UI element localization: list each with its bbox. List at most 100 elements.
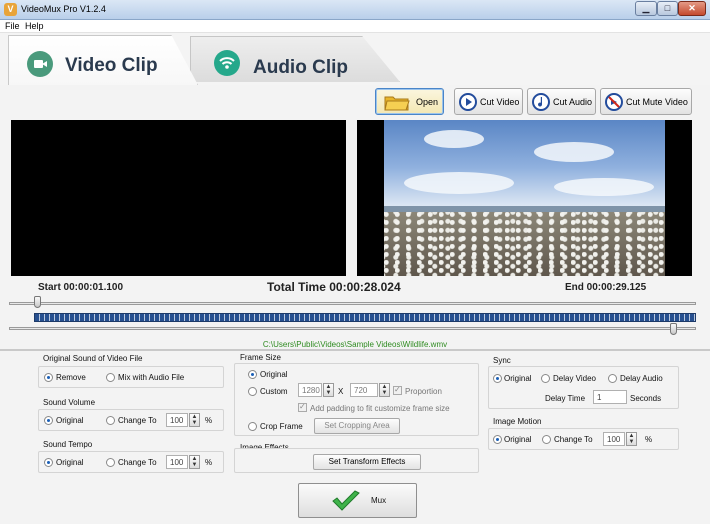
- motion-original-radio[interactable]: [493, 435, 502, 444]
- start-slider-track[interactable]: [9, 302, 696, 305]
- divider: [0, 349, 710, 351]
- mix-audio-label: Mix with Audio File: [118, 373, 185, 382]
- tab-video-clip[interactable]: Video Clip: [8, 35, 198, 85]
- delay-time-input[interactable]: 1: [593, 390, 627, 404]
- video-camera-icon: [27, 51, 53, 77]
- image-motion-title: Image Motion: [493, 417, 542, 426]
- motion-change-label: Change To: [554, 435, 593, 444]
- motion-spinner[interactable]: ▲ ▼: [626, 432, 637, 446]
- frame-height-input[interactable]: 720: [350, 383, 378, 397]
- padding-label: Add padding to fit customize frame size: [310, 404, 450, 413]
- window-title: VideoMux Pro V1.2.4: [21, 4, 106, 14]
- crop-frame-label: Crop Frame: [260, 422, 303, 431]
- frame-width-input[interactable]: 1280: [298, 383, 322, 397]
- music-note-icon: [532, 93, 550, 111]
- tempo-change-label: Change To: [118, 458, 157, 467]
- cut-mute-video-button[interactable]: Cut Mute Video: [600, 88, 692, 115]
- delay-video-label: Delay Video: [553, 374, 596, 383]
- frame-size-title: Frame Size: [240, 353, 281, 362]
- sync-group: Original Delay Video Delay Audio Delay T…: [488, 366, 679, 409]
- tab-audio-clip[interactable]: Audio Clip: [190, 36, 400, 82]
- image-effects-group: Set Transform Effects: [234, 448, 479, 473]
- mux-label: Mux: [371, 496, 387, 505]
- volume-original-radio[interactable]: [44, 416, 53, 425]
- app-icon: V: [4, 3, 17, 16]
- main-panel: Open Cut Video Cut Audio Cut Mute Video …: [0, 85, 710, 524]
- seconds-label: Seconds: [630, 394, 662, 403]
- play-icon: [459, 93, 477, 111]
- tempo-original-radio[interactable]: [44, 458, 53, 467]
- volume-input[interactable]: 100: [166, 413, 188, 427]
- open-button[interactable]: Open: [375, 88, 444, 115]
- minimize-button[interactable]: ▁: [635, 1, 657, 16]
- sound-volume-group: Original Change To 100 ▲ ▼ %: [38, 409, 224, 431]
- frame-times-label: X: [338, 387, 344, 396]
- end-slider-track[interactable]: [9, 327, 696, 330]
- frame-width-spinner[interactable]: ▲ ▼: [323, 383, 334, 397]
- original-sound-group: Remove Mix with Audio File: [38, 366, 224, 388]
- delay-audio-radio[interactable]: [608, 374, 617, 383]
- wifi-signal-icon: [214, 50, 240, 76]
- delay-audio-label: Delay Audio: [620, 374, 663, 383]
- frame-height-spinner[interactable]: ▲ ▼: [379, 383, 390, 397]
- cut-audio-button[interactable]: Cut Audio: [527, 88, 596, 115]
- frame-original-label: Original: [260, 370, 288, 379]
- frame-size-group: Original Custom 1280 ▲▼ X 720 ▲▼ Proport…: [234, 363, 479, 436]
- file-path: C:\Users\Public\Videos\Sample Videos\Wil…: [262, 340, 448, 349]
- timeline-strip: [34, 313, 696, 322]
- tempo-change-radio[interactable]: [106, 458, 115, 467]
- crop-frame-radio[interactable]: [248, 422, 257, 431]
- image-motion-group: Original Change To 100 ▲ ▼ %: [488, 428, 679, 450]
- cut-video-button[interactable]: Cut Video: [454, 88, 523, 115]
- tempo-original-label: Original: [56, 458, 84, 467]
- sound-tempo-title: Sound Tempo: [43, 440, 93, 449]
- motion-change-radio[interactable]: [542, 435, 551, 444]
- sync-original-label: Original: [504, 374, 532, 383]
- menu-help[interactable]: Help: [25, 21, 44, 31]
- mux-button[interactable]: Mux: [298, 483, 417, 518]
- frame-custom-radio[interactable]: [248, 387, 257, 396]
- original-sound-title: Original Sound of Video File: [43, 354, 143, 363]
- proportion-label: Proportion: [405, 387, 442, 396]
- open-label: Open: [416, 97, 439, 107]
- frame-original-radio[interactable]: [248, 370, 257, 379]
- volume-change-label: Change To: [118, 416, 157, 425]
- cut-mute-video-label: Cut Mute Video: [626, 97, 688, 107]
- menu-file[interactable]: File: [5, 21, 20, 31]
- tempo-input[interactable]: 100: [166, 455, 188, 469]
- start-slider-handle[interactable]: [34, 296, 41, 308]
- frame-custom-label: Custom: [260, 387, 288, 396]
- remove-radio[interactable]: [44, 373, 53, 382]
- preview-video-player[interactable]: [357, 120, 692, 276]
- tempo-spinner[interactable]: ▲ ▼: [189, 455, 200, 469]
- maximize-button[interactable]: □: [657, 1, 678, 16]
- mix-audio-radio[interactable]: [106, 373, 115, 382]
- volume-percent: %: [205, 416, 213, 425]
- title-bar: V VideoMux Pro V1.2.4 ▁ □ ✕: [0, 0, 710, 20]
- volume-original-label: Original: [56, 416, 84, 425]
- set-transform-effects-button[interactable]: Set Transform Effects: [313, 454, 421, 470]
- sync-original-radio[interactable]: [493, 374, 502, 383]
- padding-checkbox[interactable]: [298, 402, 307, 412]
- total-time: Total Time 00:00:28.024: [267, 280, 401, 294]
- source-video-player[interactable]: [11, 120, 346, 276]
- proportion-checkbox[interactable]: [393, 385, 402, 395]
- folder-icon: [384, 96, 410, 111]
- tempo-percent: %: [205, 458, 213, 467]
- sound-volume-title: Sound Volume: [43, 398, 96, 407]
- tab-audio-label: Audio Clip: [253, 57, 348, 78]
- set-cropping-area-button[interactable]: Set Cropping Area: [314, 418, 400, 434]
- motion-percent: %: [645, 435, 653, 444]
- motion-original-label: Original: [504, 435, 532, 444]
- delay-time-label: Delay Time: [545, 394, 586, 403]
- end-slider-handle[interactable]: [670, 323, 677, 335]
- remove-label: Remove: [56, 373, 86, 382]
- close-button[interactable]: ✕: [678, 1, 706, 16]
- volume-spinner[interactable]: ▲ ▼: [189, 413, 200, 427]
- tab-strip: Audio Clip Video Clip: [0, 33, 710, 85]
- delay-video-radio[interactable]: [541, 374, 550, 383]
- volume-change-radio[interactable]: [106, 416, 115, 425]
- tab-video-label: Video Clip: [65, 55, 158, 76]
- motion-input[interactable]: 100: [603, 432, 625, 446]
- cut-video-label: Cut Video: [480, 97, 520, 107]
